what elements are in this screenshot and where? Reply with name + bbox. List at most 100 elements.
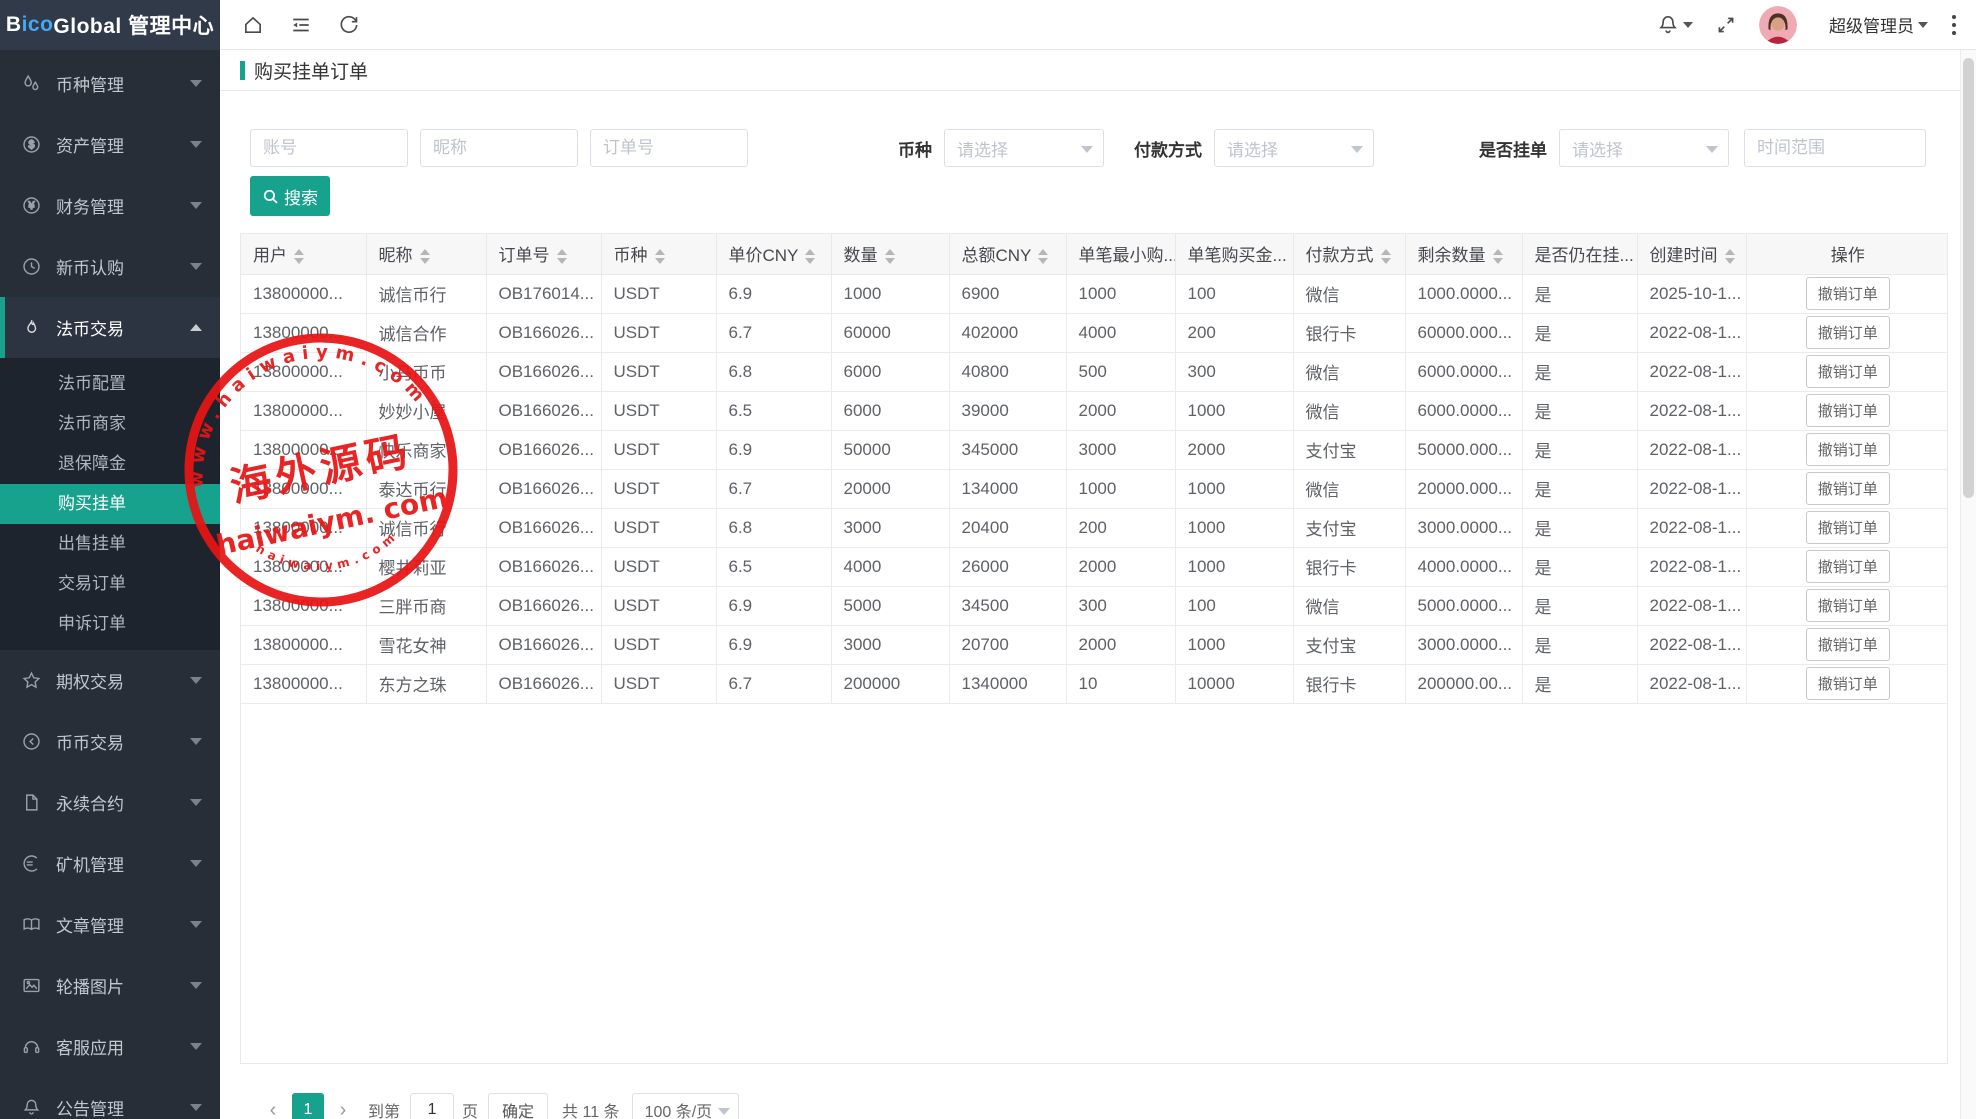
sidebar-item[interactable]: 期权交易 xyxy=(0,650,220,711)
title-accent-bar xyxy=(240,61,245,80)
confirm-page-button[interactable]: 确定 xyxy=(488,1093,548,1119)
next-page-button[interactable]: › xyxy=(332,1099,354,1119)
column-header-label: 付款方式 xyxy=(1306,246,1374,265)
sort-icon[interactable] xyxy=(655,249,665,264)
sidebar-item[interactable]: 币币交易 xyxy=(0,711,220,772)
column-header[interactable]: 单笔购买金... xyxy=(1175,234,1293,274)
table-cell: 6000 xyxy=(831,391,949,430)
sidebar-item[interactable]: 矿机管理 xyxy=(0,833,220,894)
table-row: 13800000...妙妙小屋OB166026...USDT6.56000390… xyxy=(241,391,1948,430)
pending-select[interactable]: 请选择 xyxy=(1559,129,1729,167)
table-cell: 6.8 xyxy=(716,508,831,547)
avatar[interactable] xyxy=(1759,6,1797,44)
prev-page-button[interactable]: ‹ xyxy=(262,1099,284,1119)
fullscreen-icon[interactable] xyxy=(1715,14,1737,36)
sidebar-item[interactable]: 法币交易 xyxy=(0,297,220,358)
column-header[interactable]: 创建时间 xyxy=(1637,234,1746,274)
cancel-order-button[interactable]: 撤销订单 xyxy=(1806,472,1890,505)
sort-icon[interactable] xyxy=(294,249,304,264)
sidebar-item[interactable]: 轮播图片 xyxy=(0,955,220,1016)
column-header[interactable]: 剩余数量 xyxy=(1405,234,1522,274)
current-page-button[interactable]: 1 xyxy=(292,1093,324,1119)
sort-icon[interactable] xyxy=(1725,249,1735,264)
pending-label: 是否挂单 xyxy=(1479,136,1547,161)
sort-icon[interactable] xyxy=(1381,249,1391,264)
collapse-menu-icon[interactable] xyxy=(290,14,312,36)
table-cell: 2000 xyxy=(1066,625,1175,664)
sidebar-item[interactable]: 公告管理 xyxy=(0,1077,220,1119)
scrollbar-track[interactable] xyxy=(1960,50,1976,1119)
column-header[interactable]: 订单号 xyxy=(486,234,601,274)
username: 超级管理员 xyxy=(1829,12,1914,37)
column-header-label: 创建时间 xyxy=(1650,246,1718,265)
jump-page-input[interactable] xyxy=(410,1093,454,1119)
table-cell: 2022-08-1... xyxy=(1637,313,1746,352)
sidebar-item[interactable]: 客服应用 xyxy=(0,1016,220,1077)
submenu-item[interactable]: 退保障金 xyxy=(0,444,220,484)
sidebar-item[interactable]: 资产管理 xyxy=(0,114,220,175)
table-cell: 1000 xyxy=(1175,625,1293,664)
column-header[interactable]: 总额CNY xyxy=(949,234,1066,274)
submenu-item[interactable]: 出售挂单 xyxy=(0,524,220,564)
column-header[interactable]: 单价CNY xyxy=(716,234,831,274)
column-header[interactable]: 单笔最小购... xyxy=(1066,234,1175,274)
table-cell: 39000 xyxy=(949,391,1066,430)
table-cell: 是 xyxy=(1522,586,1637,625)
sidebar-item[interactable]: 新币认购 xyxy=(0,236,220,297)
submenu-item[interactable]: 法币配置 xyxy=(0,364,220,404)
column-header[interactable]: 操作 xyxy=(1746,234,1948,274)
cancel-order-button[interactable]: 撤销订单 xyxy=(1806,550,1890,583)
cancel-order-button[interactable]: 撤销订单 xyxy=(1806,355,1890,388)
sidebar-item[interactable]: 文章管理 xyxy=(0,894,220,955)
sidebar-item[interactable]: 永续合约 xyxy=(0,772,220,833)
history-circle-icon xyxy=(22,732,41,751)
sort-icon[interactable] xyxy=(805,249,815,264)
column-header[interactable]: 用户 xyxy=(241,234,366,274)
sort-icon[interactable] xyxy=(420,249,430,264)
column-header[interactable]: 昵称 xyxy=(366,234,486,274)
order-no-input[interactable] xyxy=(590,129,748,167)
time-range-input[interactable] xyxy=(1744,129,1926,167)
chevron-down-icon xyxy=(190,80,202,87)
cancel-order-button[interactable]: 撤销订单 xyxy=(1806,628,1890,661)
submenu-item[interactable]: 申诉订单 xyxy=(0,604,220,644)
cancel-order-button[interactable]: 撤销订单 xyxy=(1806,316,1890,349)
table-cell: 6.9 xyxy=(716,274,831,313)
sort-icon[interactable] xyxy=(557,249,567,264)
column-header[interactable]: 数量 xyxy=(831,234,949,274)
column-header[interactable]: 是否仍在挂... xyxy=(1522,234,1637,274)
notifications-button[interactable] xyxy=(1657,14,1693,36)
scrollbar-thumb[interactable] xyxy=(1963,58,1974,498)
table-cell: 5000 xyxy=(831,586,949,625)
sort-icon[interactable] xyxy=(1038,249,1048,264)
column-header[interactable]: 付款方式 xyxy=(1293,234,1405,274)
cancel-order-button[interactable]: 撤销订单 xyxy=(1806,511,1890,544)
sidebar-item[interactable]: 财务管理 xyxy=(0,175,220,236)
home-icon[interactable] xyxy=(242,14,264,36)
cancel-order-button[interactable]: 撤销订单 xyxy=(1806,433,1890,466)
more-options-icon[interactable] xyxy=(1950,13,1958,37)
submenu-item[interactable]: 法币商家 xyxy=(0,404,220,444)
user-menu[interactable]: 超级管理员 xyxy=(1819,12,1928,37)
cancel-order-button[interactable]: 撤销订单 xyxy=(1806,277,1890,310)
page-size-select[interactable]: 100 条/页 xyxy=(632,1093,740,1119)
submenu-item[interactable]: 购买挂单 xyxy=(0,484,220,524)
submenu-item[interactable]: 交易订单 xyxy=(0,564,220,604)
table-cell: 银行卡 xyxy=(1293,313,1405,352)
nickname-input[interactable] xyxy=(420,129,578,167)
column-header-label: 用户 xyxy=(253,246,287,265)
cancel-order-button[interactable]: 撤销订单 xyxy=(1806,589,1890,622)
cancel-order-button[interactable]: 撤销订单 xyxy=(1806,394,1890,427)
account-input[interactable] xyxy=(250,129,408,167)
column-header[interactable]: 币种 xyxy=(601,234,716,274)
table-cell: 1340000 xyxy=(949,664,1066,703)
refresh-icon[interactable] xyxy=(338,14,360,36)
cancel-order-button[interactable]: 撤销订单 xyxy=(1806,667,1890,700)
pay-method-select[interactable]: 请选择 xyxy=(1214,129,1374,167)
sort-icon[interactable] xyxy=(1493,249,1503,264)
search-button[interactable]: 搜索 xyxy=(250,176,330,216)
table-row: 13800000...小马币币OB166026...USDT6.86000408… xyxy=(241,352,1948,391)
sort-icon[interactable] xyxy=(885,249,895,264)
coin-select[interactable]: 请选择 xyxy=(944,129,1104,167)
sidebar-item[interactable]: 币种管理 xyxy=(0,53,220,114)
